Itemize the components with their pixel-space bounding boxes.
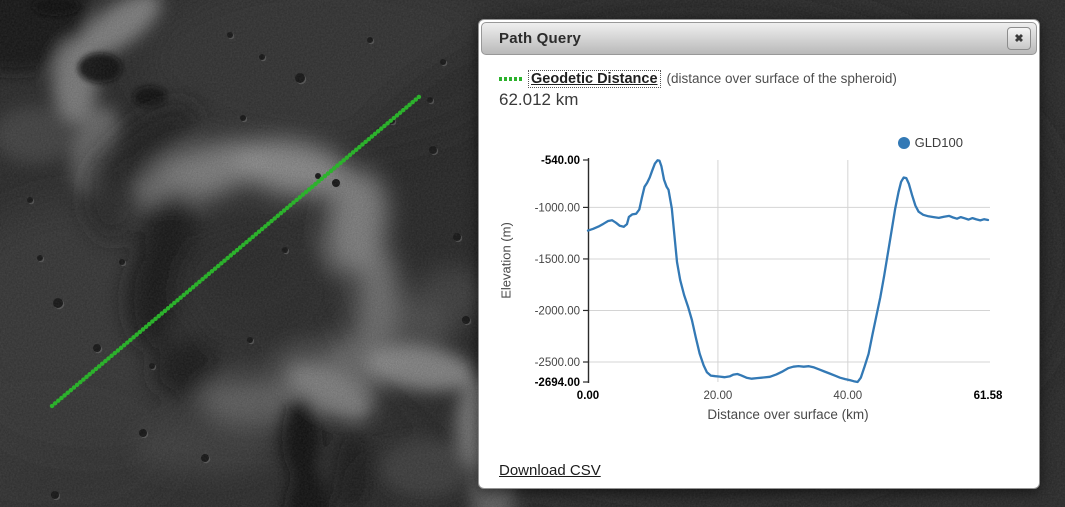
path-dots-icon <box>499 77 522 81</box>
elevation-profile-line <box>588 160 988 382</box>
y-tick-label: -1000.00 <box>535 202 580 214</box>
dialog-titlebar[interactable]: Path Query ✖ <box>481 22 1037 55</box>
legend-dot-icon <box>898 137 910 149</box>
elevation-chart: -540.00 -1000.00 -1500.00 -2000.00 -2500.00 -… <box>493 126 1013 426</box>
x-tick-label: 20.00 <box>704 390 733 402</box>
geodetic-distance-link[interactable]: Geodetic Distance <box>529 71 660 87</box>
y-tick-label: -540.00 <box>541 155 580 167</box>
x-tick-label: 40.00 <box>833 390 862 402</box>
geodetic-distance-value: 62.012 km <box>499 90 1025 110</box>
elevation-chart-plot: -540.00 -1000.00 -1500.00 -2000.00 -2500.00 -… <box>493 126 1013 426</box>
geodetic-distance-note: (distance over surface of the spheroid) <box>667 71 897 86</box>
x-tick-label: 0.00 <box>577 390 599 402</box>
y-axis-title: Elevation (m) <box>499 191 514 331</box>
y-tick-label: -1500.00 <box>535 254 580 266</box>
close-icon[interactable]: ✖ <box>1007 27 1031 50</box>
app-stage: Path Query ✖ Geodetic Distance (distance… <box>0 0 1065 507</box>
y-tick-label: -2694.00 <box>535 377 580 389</box>
geodetic-distance-row: Geodetic Distance (distance over surface… <box>499 69 1025 88</box>
path-query-dialog: Path Query ✖ Geodetic Distance (distance… <box>478 19 1040 489</box>
download-csv-link[interactable]: Download CSV <box>499 462 601 479</box>
x-axis-title: Distance over surface (km) <box>588 407 988 422</box>
dialog-title: Path Query <box>482 30 581 47</box>
dialog-body: Geodetic Distance (distance over surface… <box>481 55 1037 486</box>
y-tick-label: -2500.00 <box>535 357 580 369</box>
x-tick-label: 61.58 <box>974 390 1003 402</box>
legend-label: GLD100 <box>915 135 963 150</box>
y-tick-label: -2000.00 <box>535 305 580 317</box>
download-row: Download CSV <box>499 462 1025 480</box>
chart-legend: GLD100 <box>898 135 963 150</box>
